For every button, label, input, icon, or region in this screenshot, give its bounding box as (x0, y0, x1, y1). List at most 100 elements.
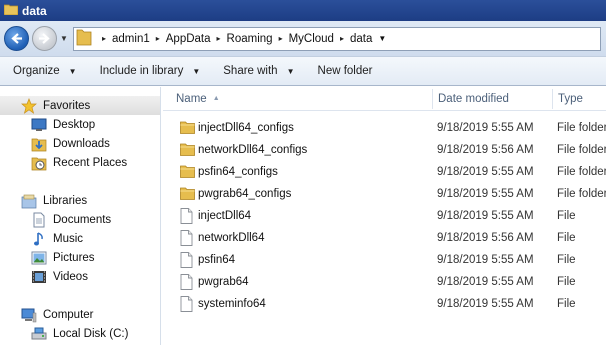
breadcrumb-arrow-icon[interactable]: ▸ (102, 34, 106, 43)
forward-button[interactable] (32, 26, 57, 51)
nav-recent-places[interactable]: Recent Places (0, 153, 127, 172)
address-row: ▼ ▸ admin1 ▸ AppData ▸ Roaming ▸ MyCloud… (0, 21, 606, 56)
nav-downloads[interactable]: Downloads (0, 134, 110, 153)
breadcrumb-item[interactable]: data (350, 33, 372, 45)
recent-places-icon (30, 155, 48, 171)
include-label: Include in library (99, 65, 184, 77)
navigation-pane: Favorites Desktop Downloads Recent Place… (0, 87, 161, 345)
star-icon (20, 97, 38, 114)
file-date-modified: 9/18/2019 5:55 AM (437, 298, 534, 310)
nav-libraries[interactable]: Libraries (0, 191, 87, 210)
nav-videos[interactable]: Videos (0, 267, 88, 286)
address-bar[interactable]: ▸ admin1 ▸ AppData ▸ Roaming ▸ MyCloud ▸… (73, 26, 601, 51)
chevron-down-icon: ▼ (68, 66, 77, 76)
file-icon (180, 230, 195, 246)
file-type: File (557, 232, 576, 244)
column-label: Date modified (438, 92, 509, 105)
file-row[interactable]: psfin64_configs 9/18/2019 5:55 AM File fol… (172, 161, 606, 183)
organize-button[interactable]: Organize ▼ (0, 65, 87, 77)
file-name: injectDll64_configs (198, 122, 294, 134)
nav-label: Local Disk (C:) (53, 327, 129, 340)
folder-icon (180, 142, 195, 158)
nav-label: Favorites (43, 99, 91, 112)
column-label: Name (176, 92, 207, 105)
chevron-down-icon: ▼ (192, 66, 201, 76)
file-icon (180, 296, 195, 312)
desktop-icon (30, 117, 48, 133)
breadcrumb-arrow-icon[interactable]: ▸ (156, 34, 160, 43)
breadcrumb-item[interactable]: Roaming (227, 33, 273, 45)
nav-label: Downloads (53, 137, 110, 150)
folder-icon (3, 3, 19, 18)
file-type: File folder (557, 122, 606, 134)
file-icon (180, 252, 195, 268)
nav-favorites[interactable]: Favorites (0, 96, 160, 115)
breadcrumb-item[interactable]: admin1 (112, 33, 150, 45)
file-name: networkDll64 (198, 232, 265, 244)
file-icon (180, 274, 195, 290)
breadcrumb-arrow-icon[interactable]: ▸ (217, 34, 221, 43)
breadcrumb-item[interactable]: MyCloud (289, 33, 334, 45)
drive-icon (30, 326, 48, 342)
new-folder-label: New folder (317, 65, 373, 77)
libraries-icon (20, 193, 38, 209)
folder-icon (180, 120, 195, 136)
file-row[interactable]: networkDll64 9/18/2019 5:56 AM File (172, 227, 606, 249)
file-row[interactable]: psfin64 9/18/2019 5:55 AM File (172, 249, 606, 271)
file-date-modified: 9/18/2019 5:55 AM (437, 166, 534, 178)
arrow-right-icon (39, 33, 50, 44)
breadcrumb-item[interactable]: AppData (166, 33, 211, 45)
nav-desktop[interactable]: Desktop (0, 115, 95, 134)
file-row[interactable]: injectDll64_configs 9/18/2019 5:55 AM File… (172, 117, 606, 139)
file-date-modified: 9/18/2019 5:55 AM (437, 188, 534, 200)
title-bar: data (0, 0, 606, 21)
chevron-down-icon[interactable]: ▼ (378, 34, 386, 43)
file-row[interactable]: pwgrab64_configs 9/18/2019 5:55 AM File fo… (172, 183, 606, 205)
folder-icon (180, 164, 195, 180)
nav-music[interactable]: Music (0, 229, 83, 248)
nav-local-disk[interactable]: Local Disk (C:) (0, 324, 128, 343)
file-type: File folder (557, 188, 606, 200)
nav-label: Computer (43, 308, 94, 321)
file-name: pwgrab64_configs (198, 188, 292, 200)
file-row[interactable]: pwgrab64 9/18/2019 5:55 AM File (172, 271, 606, 293)
folder-icon (180, 186, 195, 202)
file-name: networkDll64_configs (198, 144, 308, 156)
file-name: systeminfo64 (198, 298, 266, 310)
file-name: psfin64 (198, 254, 236, 266)
file-row[interactable]: networkDll64_configs 9/18/2019 5:56 AM Fil… (172, 139, 606, 161)
arrow-left-icon (11, 33, 22, 44)
file-row[interactable]: systeminfo64 9/18/2019 5:55 AM File (172, 293, 606, 315)
nav-computer[interactable]: Computer (0, 305, 94, 324)
breadcrumb-arrow-icon[interactable]: ▸ (279, 34, 283, 43)
include-in-library-button[interactable]: Include in library ▼ (87, 65, 211, 77)
file-date-modified: 9/18/2019 5:55 AM (437, 122, 534, 134)
nav-label: Recent Places (53, 156, 128, 169)
breadcrumb-arrow-icon[interactable]: ▸ (340, 34, 344, 43)
file-name: injectDll64 (198, 210, 252, 222)
history-dropdown[interactable]: ▼ (58, 34, 70, 43)
music-icon (30, 231, 48, 247)
nav-label: Videos (53, 270, 88, 283)
file-row[interactable]: injectDll64 9/18/2019 5:55 AM File (172, 205, 606, 227)
nav-pictures[interactable]: Pictures (0, 248, 95, 267)
nav-documents[interactable]: Documents (0, 210, 111, 229)
share-label: Share with (223, 65, 278, 77)
file-type: File folder (557, 166, 606, 178)
computer-icon (20, 307, 38, 323)
videos-icon (30, 269, 48, 285)
new-folder-button[interactable]: New folder (305, 65, 383, 77)
column-header-name[interactable]: Name ▲ (163, 87, 433, 111)
column-header-date[interactable]: Date modified (433, 87, 553, 111)
column-label: Type (558, 92, 583, 105)
back-button[interactable] (4, 26, 29, 51)
file-type: File (557, 254, 576, 266)
nav-label: Documents (53, 213, 112, 226)
file-name: psfin64_configs (198, 166, 278, 178)
breadcrumb: ▸ admin1 ▸ AppData ▸ Roaming ▸ MyCloud ▸… (96, 33, 386, 45)
sort-arrow-icon: ▲ (212, 95, 220, 102)
file-date-modified: 9/18/2019 5:56 AM (437, 232, 534, 244)
column-header-type[interactable]: Type (553, 87, 606, 111)
share-with-button[interactable]: Share with ▼ (210, 65, 304, 77)
file-type: File folder (557, 144, 606, 156)
